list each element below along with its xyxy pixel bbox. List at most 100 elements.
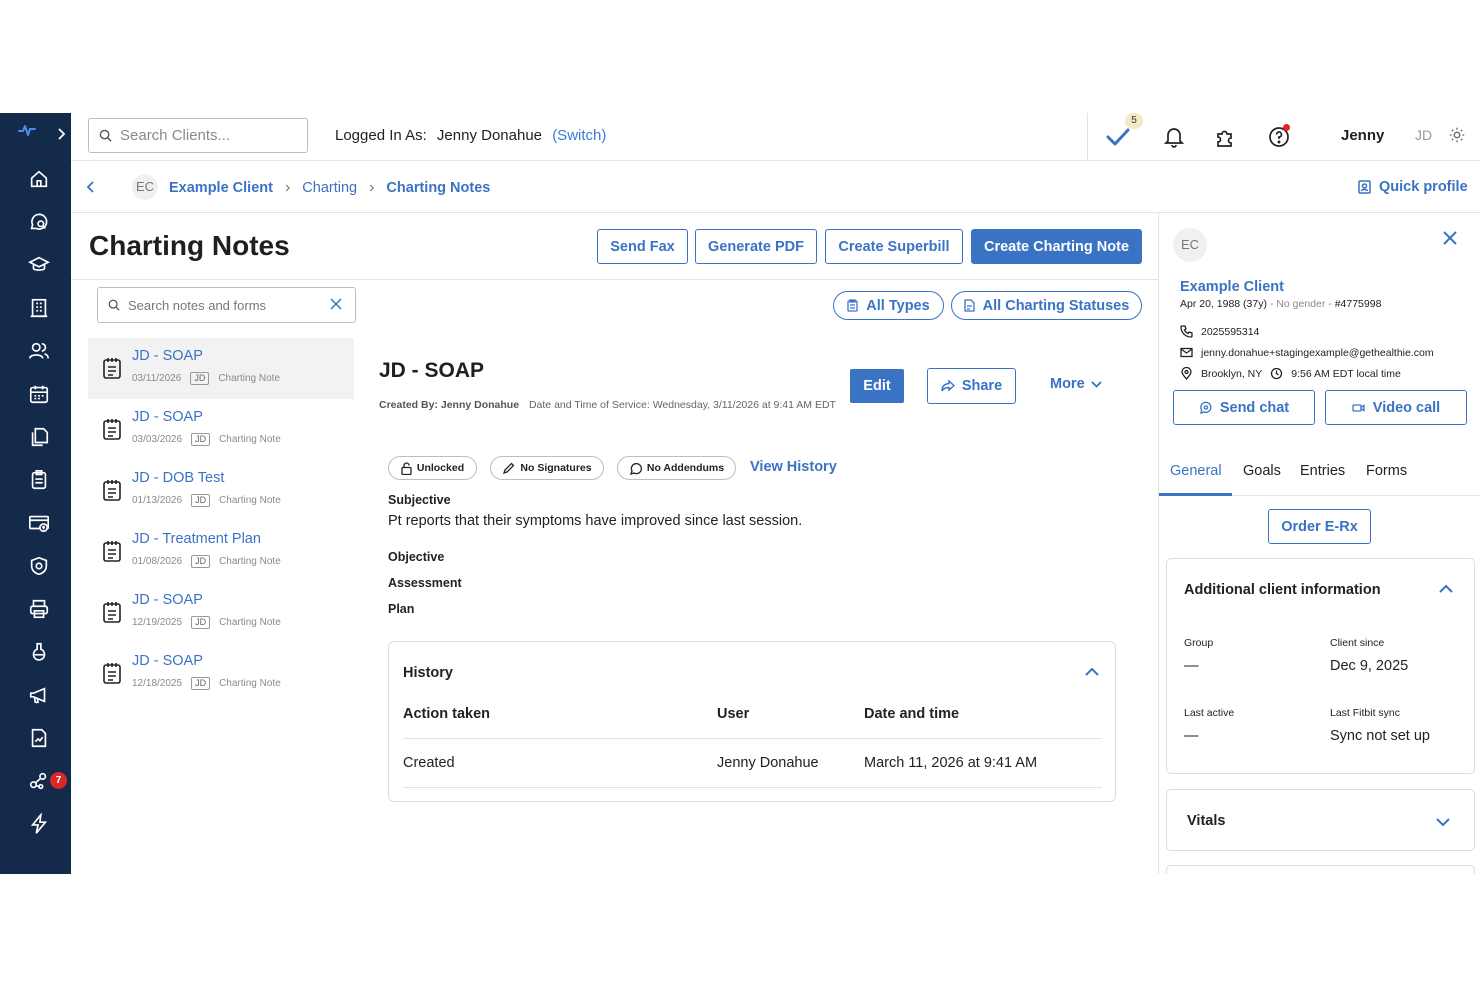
list-item[interactable]: JD - SOAP 03/03/2026 JD Charting Note	[88, 399, 354, 460]
tasks-check-icon[interactable]	[1105, 124, 1131, 150]
pen-icon	[503, 462, 515, 474]
back-chevron-icon[interactable]	[85, 180, 97, 194]
note-kind: Charting Note	[219, 495, 281, 506]
tab-goals[interactable]: Goals	[1243, 463, 1281, 479]
bell-icon[interactable]	[1161, 124, 1187, 150]
megaphone-icon[interactable]	[27, 683, 51, 707]
note-meta: 01/08/2026 JD Charting Note	[132, 555, 281, 568]
user-name[interactable]: Jenny	[1341, 127, 1384, 144]
note-kind: Charting Note	[219, 556, 281, 567]
note-date: 01/13/2026	[132, 495, 183, 506]
profile-dob: Apr 20, 1988 (37y)	[1180, 298, 1267, 310]
send-fax-button[interactable]: Send Fax	[597, 229, 688, 264]
breadcrumb-charting-notes[interactable]: Charting Notes	[386, 180, 490, 196]
more-dropdown[interactable]: More	[1050, 376, 1102, 392]
integrations-icon[interactable]	[27, 769, 51, 793]
note-list: JD - SOAP 03/11/2026 JD Charting Note JD -…	[88, 338, 354, 704]
plan-label: Plan	[388, 602, 415, 616]
healthie-logo-icon[interactable]	[18, 123, 36, 137]
generate-pdf-button[interactable]: Generate PDF	[695, 229, 817, 264]
share-icon	[941, 380, 955, 392]
list-item[interactable]: JD - DOB Test 01/13/2026 JD Charting Note	[88, 460, 354, 521]
send-chat-button[interactable]: Send chat	[1173, 390, 1315, 425]
search-icon	[99, 129, 112, 142]
logged-in-name: Jenny Donahue	[436, 127, 543, 144]
order-erx-button[interactable]: Order E-Rx	[1268, 509, 1371, 544]
note-kind: Charting Note	[219, 617, 281, 628]
author-tag: JD	[190, 372, 210, 385]
client-search-input[interactable]	[120, 127, 300, 144]
profile-phone[interactable]: 2025595314	[1201, 326, 1259, 338]
chevron-up-icon[interactable]	[1084, 666, 1100, 678]
chevron-down-icon	[1091, 380, 1102, 388]
chevron-right-icon[interactable]	[55, 127, 67, 141]
profile-avatar: EC	[1173, 228, 1207, 262]
user-avatar[interactable]: JD	[1415, 127, 1432, 143]
client-search[interactable]	[88, 118, 308, 153]
list-item[interactable]: JD - Treatment Plan 01/08/2026 JD Charting…	[88, 521, 354, 582]
quick-profile-link[interactable]: Quick profile	[1358, 179, 1468, 195]
profile-name[interactable]: Example Client	[1180, 279, 1284, 295]
building-icon[interactable]	[27, 296, 51, 320]
speech-bubble-icon	[629, 462, 642, 475]
lab-flask-icon[interactable]	[27, 640, 51, 664]
note-meta: 01/13/2026 JD Charting Note	[132, 494, 281, 507]
note-search[interactable]	[97, 287, 356, 323]
chevron-up-icon[interactable]	[1438, 583, 1454, 595]
switch-user-link[interactable]: (Switch)	[552, 127, 606, 144]
graduation-cap-icon[interactable]	[27, 253, 51, 277]
profile-phone-row: 2025595314	[1180, 325, 1259, 338]
list-item[interactable]: JD - SOAP 12/19/2025 JD Charting Note	[88, 582, 354, 643]
note-date: 03/03/2026	[132, 434, 183, 445]
lock-status-label: Unlocked	[416, 462, 465, 474]
all-types-filter[interactable]: All Types	[833, 291, 944, 320]
vitals-card[interactable]: Vitals	[1166, 789, 1475, 851]
share-button[interactable]: Share	[927, 368, 1016, 404]
additional-info-title: Additional client information	[1184, 582, 1381, 598]
charting-status-filter[interactable]: All Charting Statuses	[951, 291, 1142, 320]
gear-icon[interactable]	[1448, 126, 1466, 144]
close-icon[interactable]	[1442, 230, 1458, 246]
chevron-down-icon[interactable]	[1435, 816, 1451, 828]
tab-general[interactable]: General	[1170, 463, 1222, 479]
client-avatar: EC	[132, 174, 158, 200]
billing-icon[interactable]	[27, 511, 51, 535]
clipboard-icon[interactable]	[27, 468, 51, 492]
profile-email[interactable]: jenny.donahue+stagingexample@gethealthie…	[1201, 347, 1434, 359]
mail-icon	[1180, 347, 1193, 358]
tab-entries[interactable]: Entries	[1300, 463, 1345, 479]
author-tag: JD	[191, 555, 211, 568]
breadcrumb-client[interactable]: Example Client	[169, 180, 273, 196]
lightning-icon[interactable]	[27, 812, 51, 836]
list-item[interactable]: JD - SOAP 03/11/2026 JD Charting Note	[88, 338, 354, 399]
documents-icon[interactable]	[27, 425, 51, 449]
create-superbill-button[interactable]: Create Superbill	[825, 229, 963, 264]
help-notification-dot	[1283, 124, 1290, 131]
edit-button[interactable]: Edit	[850, 369, 904, 403]
app-window: 7 Logged In As: Jenny Donahue (Switch) 5…	[0, 113, 1480, 874]
profile-gender: No gender	[1276, 298, 1326, 310]
list-item[interactable]: JD - SOAP 12/18/2025 JD Charting Note	[88, 643, 354, 704]
search-icon	[108, 299, 120, 311]
view-history-link[interactable]: View History	[750, 459, 837, 475]
video-call-button[interactable]: Video call	[1325, 390, 1467, 425]
printer-icon[interactable]	[27, 597, 51, 621]
client-since-value: Dec 9, 2025	[1330, 658, 1409, 674]
home-icon[interactable]	[27, 167, 51, 191]
tab-forms[interactable]: Forms	[1366, 463, 1407, 479]
users-icon[interactable]	[27, 339, 51, 363]
create-charting-note-button[interactable]: Create Charting Note	[971, 229, 1142, 264]
vitals-title: Vitals	[1187, 813, 1226, 829]
note-kind: Charting Note	[219, 434, 281, 445]
shield-icon[interactable]	[27, 554, 51, 578]
tasks-badge: 5	[1125, 113, 1143, 129]
breadcrumb-charting[interactable]: Charting	[302, 180, 357, 196]
note-search-input[interactable]	[128, 297, 323, 313]
report-icon[interactable]	[27, 726, 51, 750]
puzzle-icon[interactable]	[1212, 124, 1238, 150]
search-chat-icon[interactable]	[27, 210, 51, 234]
calendar-icon[interactable]	[27, 382, 51, 406]
history-col-user: User	[717, 706, 750, 722]
send-chat-label: Send chat	[1219, 399, 1290, 416]
close-icon[interactable]	[329, 297, 343, 311]
